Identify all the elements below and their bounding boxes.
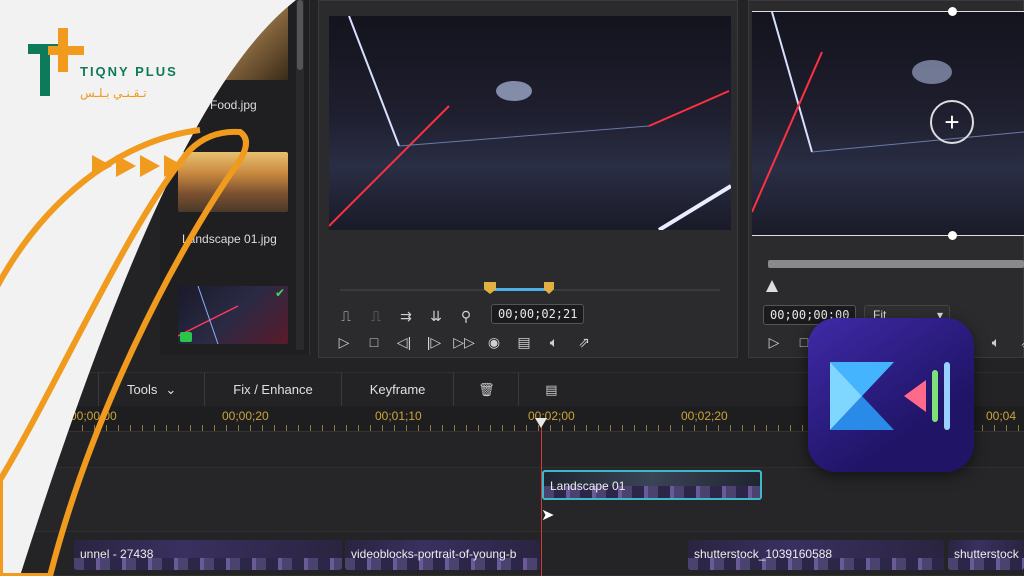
brand-name-en: TIQNY PLUS: [80, 64, 178, 79]
ruler-label-4: 00;02;20: [681, 409, 728, 423]
volume-right-icon[interactable]: 🔈︎: [986, 332, 1006, 352]
properties-icon: ▤: [545, 381, 558, 397]
tunnel-scene-right: [752, 12, 1024, 213]
playhead-handle[interactable]: [535, 418, 547, 428]
trash-icon: 🗑︎: [478, 381, 495, 397]
transform-box-top: [752, 11, 1024, 12]
preview-left-tools-row: ⎍ ⎍ ⇉ ⇊ ⚲: [336, 306, 476, 326]
clip-label: shutterstock_1039160588: [694, 547, 833, 561]
clip-label: unnel - 27438: [80, 547, 154, 561]
timecode-left[interactable]: 00;00;02;21: [491, 304, 585, 324]
undock-icon[interactable]: ⇗: [574, 332, 594, 352]
subtitle-icon[interactable]: ▤: [514, 332, 534, 352]
clip-label: Landscape 01: [550, 479, 626, 493]
transform-handle-top[interactable]: [948, 7, 957, 16]
editor-screen: Food.jpg Landscape 01.jpg ✔ ⎍ ⎍ ⇉ ⇊ ⚲ 00…: [0, 0, 1024, 576]
ruler-label-5: 00;04: [986, 409, 1017, 423]
trim-range: [490, 288, 548, 291]
next-frame-icon[interactable]: |▷: [424, 332, 444, 352]
transform-box-bottom: [752, 235, 1024, 236]
ruler-label-2: 00;01;10: [375, 409, 422, 423]
brand-name-ar: تـقـنـي بـلـس: [80, 86, 147, 100]
play-right-icon[interactable]: ▷: [764, 332, 784, 352]
timeline-clip[interactable]: shutterstock_1039160588: [688, 540, 944, 570]
undock-right-icon[interactable]: ⇗: [1016, 332, 1024, 352]
keyframe-label: Keyframe: [369, 382, 426, 397]
fast-forward-icon[interactable]: ▷▷: [453, 332, 475, 352]
mark-out-icon[interactable]: ⎍: [366, 306, 386, 326]
clip-label: videoblocks-portrait-of-young-b: [351, 547, 517, 561]
split-icon[interactable]: ⇉: [396, 306, 416, 326]
volume-icon[interactable]: 🔈︎: [544, 332, 564, 352]
mark-in-icon[interactable]: ⎍: [336, 306, 356, 326]
mouse-cursor-icon: ➤: [541, 507, 555, 524]
clip-properties-button[interactable]: ▤: [519, 373, 583, 406]
marker-icon[interactable]: ⚲: [456, 306, 476, 326]
preview-left-playback-row: ▷ □ ◁| |▷ ▷▷ ◉ ▤ 🔈︎ ⇗: [334, 332, 594, 352]
timeline-clip[interactable]: shutterstock: [948, 540, 1024, 570]
snapshot-icon[interactable]: ◉: [484, 332, 504, 352]
app-logo-mark: [830, 362, 950, 430]
playhead[interactable]: [541, 418, 542, 576]
rotate-move-handle-icon[interactable]: +: [930, 100, 974, 144]
preview-video-right: [752, 12, 1024, 236]
keyframe-button[interactable]: Keyframe: [342, 373, 455, 406]
transform-handle-bottom[interactable]: [948, 231, 957, 240]
delete-button[interactable]: 🗑︎: [454, 373, 520, 406]
brand-overlay: [0, 0, 296, 576]
scrub-bar-right[interactable]: [768, 260, 1024, 268]
prev-frame-icon[interactable]: ◁|: [394, 332, 414, 352]
tunnel-scene-left: [329, 16, 731, 230]
insert-icon[interactable]: ⇊: [426, 306, 446, 326]
preview-video-left: [329, 16, 731, 230]
preview-right-playback-row-end: 🔈︎ ⇗: [986, 332, 1024, 352]
stop-icon[interactable]: □: [364, 332, 384, 352]
clip-label: shutterstock: [954, 547, 1019, 561]
timeline-clip[interactable]: videoblocks-portrait-of-young-b: [345, 540, 540, 570]
play-icon[interactable]: ▷: [334, 332, 354, 352]
preview-right-playback-row: ▷ □: [764, 332, 814, 352]
timeline-clip-selected[interactable]: Landscape 01: [542, 470, 762, 500]
powerdirector-app-logo: [808, 318, 974, 472]
